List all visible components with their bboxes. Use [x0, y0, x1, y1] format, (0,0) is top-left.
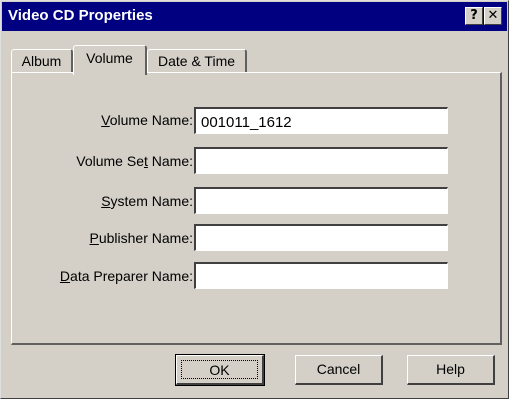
- publisher-name-field[interactable]: [194, 224, 448, 251]
- volume-set-name-field[interactable]: [194, 147, 448, 174]
- volume-name-field[interactable]: [194, 107, 448, 134]
- volume-tab-panel: Volume Name: Volume Set Name: System Nam…: [11, 72, 502, 345]
- data-preparer-name-label: Data Preparer Name:: [59, 268, 193, 284]
- data-preparer-name-field[interactable]: [194, 262, 448, 289]
- tab-album[interactable]: Album: [11, 49, 73, 73]
- title-bar[interactable]: Video CD Properties ? ✕: [2, 2, 507, 31]
- close-icon[interactable]: ✕: [484, 7, 502, 25]
- tab-album-label: Album: [21, 53, 62, 69]
- volume-name-label: Volume Name:: [101, 112, 193, 128]
- help-button[interactable]: Help: [407, 355, 495, 385]
- video-cd-properties-dialog: Video CD Properties ? ✕ Album Volume Dat…: [0, 0, 509, 399]
- tab-date-time[interactable]: Date & Time: [147, 49, 247, 73]
- window-title: Video CD Properties: [8, 7, 153, 24]
- tab-date-time-label: Date & Time: [157, 53, 236, 69]
- volume-set-name-label: Volume Set Name:: [76, 153, 193, 169]
- system-name-label: System Name:: [101, 193, 193, 209]
- cancel-button[interactable]: Cancel: [295, 355, 383, 385]
- publisher-name-label: Publisher Name:: [89, 230, 194, 246]
- system-name-field[interactable]: [194, 187, 448, 214]
- tab-volume-label: Volume: [86, 50, 133, 66]
- help-icon[interactable]: ?: [465, 7, 483, 25]
- ok-button-label: OK: [181, 360, 258, 379]
- tab-volume[interactable]: Volume: [73, 45, 147, 75]
- ok-button[interactable]: OK: [175, 354, 265, 386]
